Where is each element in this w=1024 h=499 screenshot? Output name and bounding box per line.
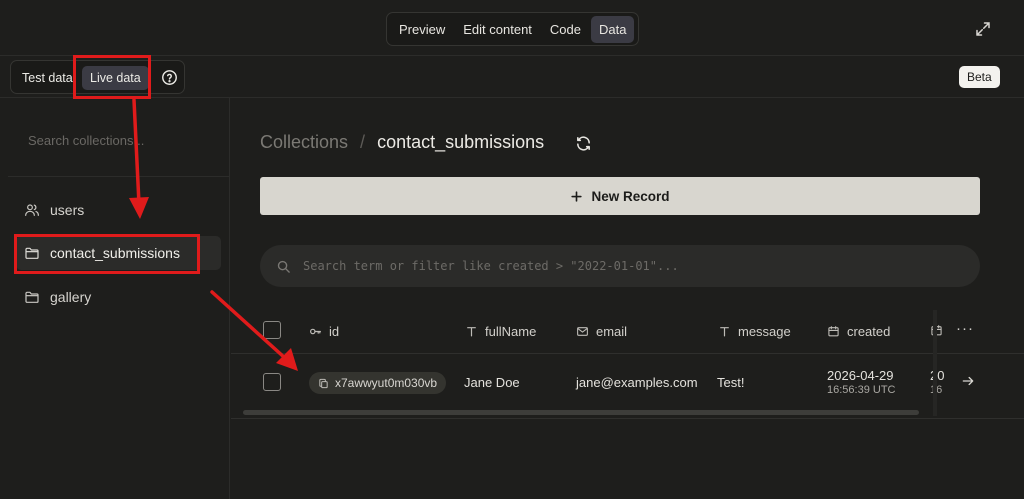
table-row[interactable]: x7awwyut0m030vb Jane Doe jane@examples.c… — [231, 354, 1024, 406]
table-header: id fullName email message created ··· — [231, 310, 1024, 354]
row-checkbox[interactable] — [263, 373, 281, 391]
view-tabs: Preview Edit content Code Data — [386, 12, 640, 46]
table-divider — [231, 418, 1024, 419]
folder-icon — [25, 291, 39, 303]
select-all-checkbox[interactable] — [263, 321, 281, 339]
top-bar: Preview Edit content Code Data — [0, 0, 1024, 56]
horizontal-scrollbar[interactable] — [231, 408, 931, 417]
plus-icon — [571, 190, 583, 202]
filter-bar — [260, 245, 980, 287]
column-label: fullName — [485, 324, 537, 339]
mail-icon — [577, 327, 588, 336]
column-created[interactable]: created — [827, 324, 890, 339]
record-id-pill[interactable]: x7awwyut0m030vb — [309, 372, 447, 394]
column-label: message — [738, 324, 791, 339]
cell-fullname: Jane Doe — [464, 375, 520, 390]
page-title: contact_submissions — [377, 132, 545, 152]
cell-created-date: 2026-04-29 — [827, 368, 894, 383]
collections-sidebar: Search collections... users contact_subm… — [8, 98, 230, 499]
column-divider — [933, 310, 937, 416]
text-icon — [467, 327, 476, 337]
column-label: created — [847, 324, 891, 339]
sidebar-item-users[interactable]: users — [16, 193, 221, 227]
breadcrumb: Collections / contact_submissions — [260, 132, 544, 153]
users-icon — [25, 204, 39, 216]
sidebar-divider — [8, 176, 230, 177]
expand-icon[interactable] — [974, 20, 992, 38]
cell-message: Test! — [717, 375, 745, 390]
data-mode-bar: Test data Live data Beta — [0, 56, 1024, 98]
tab-edit-content[interactable]: Edit content — [455, 16, 540, 43]
sidebar-item-label: users — [50, 202, 85, 218]
beta-badge: Beta — [959, 66, 1000, 88]
cell-created-time: 16:56:39 UTC — [827, 384, 896, 396]
scrollbar-thumb[interactable] — [243, 410, 919, 415]
new-record-label: New Record — [591, 188, 670, 204]
copy-icon[interactable] — [318, 378, 329, 389]
tab-data[interactable]: Data — [590, 15, 635, 43]
record-id: x7awwyut0m030vb — [335, 376, 438, 390]
new-record-button[interactable]: New Record — [260, 177, 980, 215]
search-icon — [277, 260, 290, 273]
breadcrumb-collections[interactable]: Collections — [260, 132, 348, 153]
search-collections-input[interactable]: Search collections... — [28, 133, 144, 148]
column-email[interactable]: email — [576, 324, 627, 339]
key-icon — [310, 328, 321, 335]
column-message[interactable]: message — [718, 324, 791, 339]
breadcrumb-separator: / — [360, 132, 366, 152]
text-icon — [720, 327, 729, 337]
collection-view: Collections / contact_submissions New Re… — [231, 98, 1024, 499]
cell-email: jane@examples.com — [576, 375, 698, 390]
column-id[interactable]: id — [309, 324, 339, 339]
tab-code[interactable]: Code — [542, 16, 589, 43]
annotation-highlight-live-data — [73, 55, 151, 99]
refresh-icon[interactable] — [575, 135, 592, 152]
arrow-right-icon[interactable] — [961, 374, 975, 388]
columns-menu-button[interactable]: ··· — [956, 320, 974, 337]
sidebar-item-gallery[interactable]: gallery — [16, 280, 221, 314]
annotation-highlight-collection — [14, 234, 200, 274]
test-data-button[interactable]: Test data — [14, 66, 81, 90]
sidebar-item-label: gallery — [50, 289, 92, 305]
filter-input[interactable] — [303, 259, 963, 273]
help-icon[interactable] — [161, 69, 178, 86]
tab-preview[interactable]: Preview — [391, 16, 453, 43]
calendar-icon — [828, 326, 839, 337]
column-fullname[interactable]: fullName — [465, 324, 536, 339]
column-label: id — [329, 324, 340, 339]
column-label: email — [596, 324, 628, 339]
